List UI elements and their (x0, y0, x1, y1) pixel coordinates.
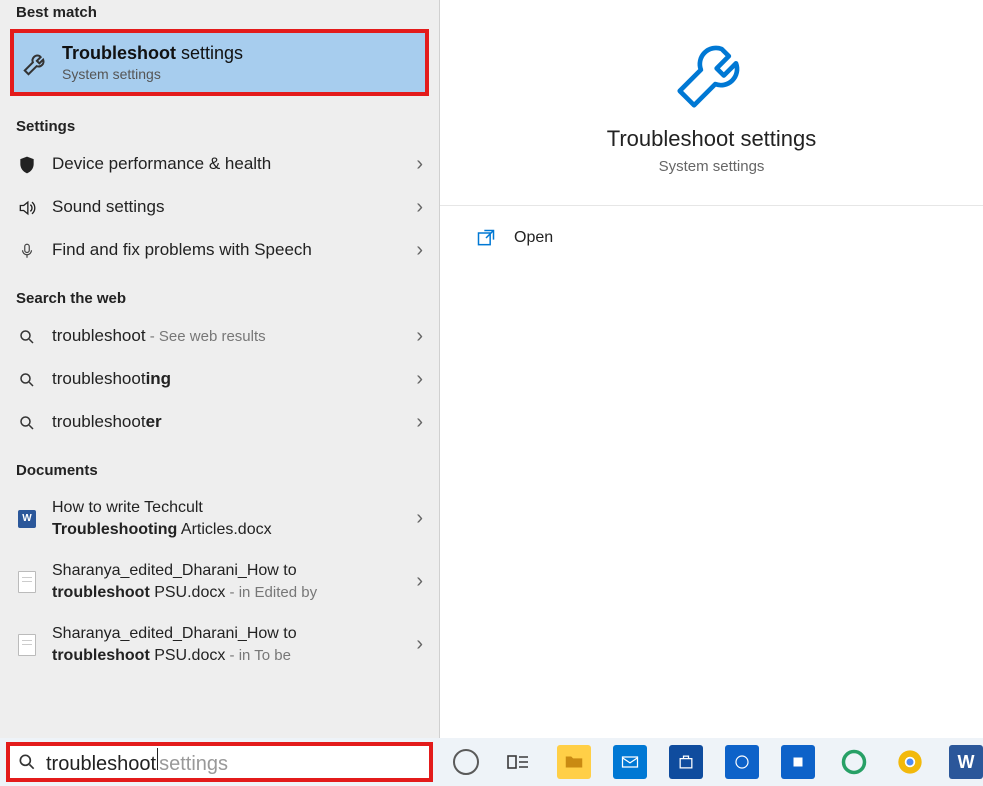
preview-title: Troubleshoot settings (607, 126, 817, 152)
search-input[interactable]: troubleshoot settings (6, 742, 433, 782)
app-icon[interactable] (781, 745, 815, 779)
microphone-icon (16, 240, 38, 262)
mail-icon[interactable] (613, 745, 647, 779)
chevron-right-icon: › (416, 196, 423, 219)
preview-panel: Troubleshoot settings System settings Op… (440, 0, 983, 738)
settings-item-sound[interactable]: Sound settings › (0, 186, 439, 229)
open-icon (476, 228, 496, 248)
search-web-header: Search the web (0, 272, 439, 315)
search-icon (16, 412, 38, 434)
chevron-right-icon: › (416, 368, 423, 391)
web-result-3[interactable]: troubleshooter › (0, 401, 439, 444)
search-results-panel: Best match Troubleshoot settings System … (0, 0, 440, 738)
chevron-right-icon: › (416, 239, 423, 262)
search-text: troubleshoot settings (46, 748, 228, 776)
chevron-right-icon: › (416, 507, 423, 530)
speaker-icon (16, 197, 38, 219)
chevron-right-icon: › (416, 570, 423, 593)
chevron-right-icon: › (416, 633, 423, 656)
shield-icon (16, 154, 38, 176)
settings-item-device-performance[interactable]: Device performance & health › (0, 143, 439, 186)
best-match-title: Troubleshoot settings (62, 43, 243, 64)
document-icon (16, 634, 38, 656)
cortana-icon[interactable] (453, 749, 479, 775)
document-result-1[interactable]: W How to write Techcult Troubleshooting … (0, 487, 439, 550)
wrench-icon (667, 28, 757, 118)
document-result-3[interactable]: Sharanya_edited_Dharani_How to troublesh… (0, 613, 439, 676)
best-match-subtitle: System settings (62, 66, 243, 82)
open-action[interactable]: Open (440, 206, 983, 270)
chevron-right-icon: › (416, 153, 423, 176)
search-icon (16, 369, 38, 391)
word-doc-icon: W (16, 508, 38, 530)
store-icon[interactable] (669, 745, 703, 779)
chrome-icon[interactable] (893, 745, 927, 779)
chevron-right-icon: › (416, 325, 423, 348)
best-match-result[interactable]: Troubleshoot settings System settings (10, 29, 429, 96)
documents-header: Documents (0, 444, 439, 487)
document-icon (16, 571, 38, 593)
document-result-2[interactable]: Sharanya_edited_Dharani_How to troublesh… (0, 550, 439, 613)
web-result-2[interactable]: troubleshooting › (0, 358, 439, 401)
file-explorer-icon[interactable] (557, 745, 591, 779)
task-view-icon[interactable] (501, 745, 535, 779)
search-icon (16, 751, 38, 773)
taskbar-area: troubleshoot settings (0, 738, 983, 786)
app-icon[interactable] (725, 745, 759, 779)
settings-header: Settings (0, 100, 439, 143)
preview-subtitle: System settings (659, 158, 765, 175)
settings-item-speech[interactable]: Find and fix problems with Speech › (0, 229, 439, 272)
word-icon[interactable]: W (949, 745, 983, 779)
wrench-icon (20, 47, 52, 79)
best-match-header: Best match (0, 0, 439, 29)
chevron-right-icon: › (416, 411, 423, 434)
web-result-1[interactable]: troubleshoot - See web results › (0, 315, 439, 358)
search-icon (16, 326, 38, 348)
edge-icon[interactable] (837, 745, 871, 779)
open-label: Open (514, 229, 553, 247)
